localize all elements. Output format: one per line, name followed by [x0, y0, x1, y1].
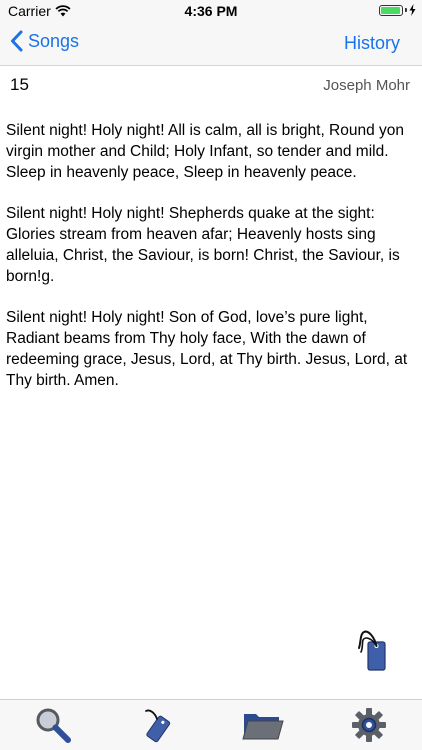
- song-meta-row: 15 Joseph Mohr: [10, 75, 412, 97]
- charging-bolt-icon: [409, 4, 416, 16]
- settings-gear-icon: [352, 708, 386, 742]
- lyrics-body: Silent night! Holy night! All is calm, a…: [6, 120, 412, 411]
- verse-3: Silent night! Holy night! Son of God, lo…: [6, 309, 408, 389]
- verse-2: Silent night! Holy night! Shepherds quak…: [6, 205, 400, 285]
- chevron-left-icon: [11, 30, 23, 52]
- battery-icon: [379, 4, 403, 16]
- song-author: Joseph Mohr: [323, 77, 410, 94]
- folder-icon: [242, 714, 284, 740]
- bookmark-tag-icon: [358, 630, 386, 671]
- status-bar: Carrier 4:36 PM: [0, 0, 422, 22]
- bookmark-button[interactable]: [352, 624, 392, 674]
- battery-level-fill: [381, 6, 400, 14]
- history-button[interactable]: History: [344, 33, 400, 54]
- song-detail-screen: Carrier 4:36 PM Songs History 15 Joseph …: [0, 0, 422, 750]
- tab-search[interactable]: [28, 703, 78, 747]
- tab-folders[interactable]: [238, 703, 288, 747]
- search-icon: [36, 708, 71, 743]
- verse-1: Silent night! Holy night! All is calm, a…: [6, 122, 405, 181]
- back-button[interactable]: Songs: [10, 30, 79, 52]
- back-button-label: Songs: [28, 30, 80, 51]
- song-number: 15: [10, 75, 29, 94]
- battery-tip: [405, 8, 407, 12]
- tab-bookmarks[interactable]: [132, 703, 182, 747]
- navigation-bar: Songs History: [0, 22, 422, 66]
- tab-settings[interactable]: [344, 703, 394, 747]
- bookmark-tag-icon: [145, 709, 171, 743]
- tab-bar: [0, 699, 422, 750]
- status-time: 4:36 PM: [184, 3, 238, 19]
- status-right: [379, 4, 416, 16]
